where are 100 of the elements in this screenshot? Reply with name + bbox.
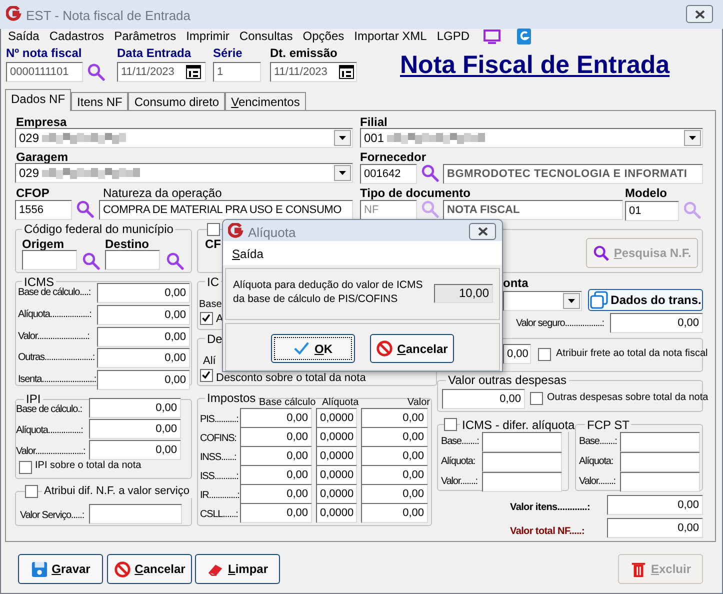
dropdown-field[interactable] bbox=[503, 291, 582, 311]
input-field[interactable]: 01 bbox=[625, 201, 679, 221]
input-field[interactable]: 0,0000 bbox=[316, 484, 357, 504]
input-field[interactable] bbox=[482, 432, 562, 452]
menu-item[interactable]: Importar XML bbox=[349, 28, 432, 45]
field-label: Valor seguro.................: bbox=[516, 317, 604, 331]
close-button[interactable] bbox=[686, 5, 713, 23]
field-label: Base.......: bbox=[441, 435, 479, 449]
save-button[interactable]: Gravar bbox=[18, 554, 103, 584]
dropdown-field[interactable]: 001 bbox=[360, 128, 703, 148]
input-field[interactable]: 1 bbox=[213, 62, 261, 82]
input-field[interactable]: 0,00 bbox=[89, 419, 181, 439]
tab[interactable]: Consumo direto bbox=[128, 92, 226, 111]
tab[interactable]: Itens NF bbox=[71, 92, 128, 111]
input-field[interactable]: 0,0000 bbox=[316, 446, 357, 466]
input-field[interactable]: 0,00 bbox=[503, 344, 531, 364]
input-field[interactable] bbox=[620, 432, 700, 452]
input-field[interactable]: 0000111101 bbox=[6, 62, 83, 82]
name-field[interactable]: BGMRODOTEC TECNOLOGIA E INFORMATI bbox=[443, 164, 703, 184]
menu-item[interactable]: Parâmetros bbox=[109, 28, 182, 45]
dropdown-button[interactable] bbox=[563, 293, 580, 309]
input-field[interactable]: 0,00 bbox=[97, 348, 190, 368]
checkbox[interactable] bbox=[207, 223, 220, 236]
group-title: ICMS - difer. alíquota bbox=[460, 418, 577, 432]
name-field[interactable]: NOTA FISCAL bbox=[443, 200, 623, 220]
input-field[interactable]: 0,00 bbox=[89, 440, 181, 460]
input-field[interactable]: 0,00 bbox=[240, 408, 312, 428]
cancel-button[interactable]: Cancelar bbox=[370, 334, 454, 363]
input-field[interactable]: 0,00 bbox=[97, 370, 190, 390]
input-field[interactable]: 0,00 bbox=[361, 446, 428, 466]
menu-item[interactable]: Imprimir bbox=[181, 28, 234, 45]
caret-icon bbox=[339, 171, 346, 175]
input-field[interactable]: 0,00 bbox=[240, 484, 312, 504]
input-field[interactable]: 0,00 bbox=[361, 465, 428, 485]
no-sign-icon bbox=[376, 340, 394, 357]
input-field[interactable]: 1556 bbox=[15, 200, 72, 220]
search-icon[interactable] bbox=[76, 200, 94, 218]
menu-item[interactable]: Cadastros bbox=[44, 28, 110, 45]
close-button[interactable] bbox=[469, 223, 496, 240]
input-field[interactable] bbox=[620, 472, 700, 492]
input-field[interactable]: 0,00 bbox=[610, 313, 703, 333]
input-field[interactable] bbox=[105, 250, 160, 270]
input-field[interactable] bbox=[89, 504, 182, 524]
checkbox[interactable] bbox=[530, 392, 543, 405]
checkbox[interactable] bbox=[19, 461, 32, 474]
dropdown-button[interactable] bbox=[684, 130, 701, 146]
checkbox[interactable] bbox=[200, 369, 213, 382]
search-icon[interactable] bbox=[421, 164, 439, 182]
input-field[interactable]: 0,00 bbox=[240, 503, 312, 523]
search-icon[interactable] bbox=[166, 252, 184, 270]
field-label: CF bbox=[205, 237, 221, 251]
input-field[interactable]: 0,00 bbox=[361, 484, 428, 504]
input-field[interactable]: 0,00 bbox=[97, 305, 190, 325]
input-field[interactable]: 001642 bbox=[360, 164, 417, 184]
input-field[interactable]: 0,00 bbox=[240, 465, 312, 485]
value-field[interactable]: 10,00 bbox=[434, 284, 493, 303]
input-field[interactable]: 0,00 bbox=[97, 327, 190, 347]
checkbox[interactable] bbox=[538, 348, 551, 361]
input-field[interactable]: 0,00 bbox=[361, 427, 428, 447]
cancel-button[interactable]: Cancelar bbox=[107, 554, 192, 584]
input-field[interactable]: 0,00 bbox=[240, 427, 312, 447]
checkbox-label: Atribuir frete ao total da nota fiscal bbox=[556, 347, 708, 361]
ok-button[interactable]: OK bbox=[271, 334, 355, 363]
checkbox[interactable] bbox=[25, 485, 38, 498]
input-field[interactable]: 0,00 bbox=[361, 503, 428, 523]
menu-item[interactable]: Opções bbox=[298, 28, 350, 45]
input-field[interactable]: 0,00 bbox=[607, 518, 703, 538]
input-field[interactable]: 0,00 bbox=[361, 408, 428, 428]
dropdown-button[interactable] bbox=[334, 130, 351, 146]
monitor-icon[interactable] bbox=[482, 28, 501, 44]
input-field[interactable]: 0,0000 bbox=[316, 427, 357, 447]
menu-item[interactable]: Saída bbox=[232, 245, 264, 263]
menu-item[interactable]: Consultas bbox=[234, 28, 298, 45]
input-field[interactable]: 0,00 bbox=[442, 389, 525, 409]
dropdown-button[interactable] bbox=[334, 165, 351, 181]
input-field[interactable] bbox=[482, 472, 562, 492]
tab[interactable]: Dados NF bbox=[5, 89, 72, 111]
input-field[interactable]: 0,00 bbox=[97, 283, 190, 303]
input-field[interactable] bbox=[22, 250, 77, 270]
tab[interactable]: Vencimentos bbox=[225, 92, 306, 111]
input-field[interactable]: 0,00 bbox=[240, 446, 312, 466]
clear-button[interactable]: Limpar bbox=[195, 554, 280, 584]
search-icon[interactable] bbox=[87, 63, 105, 81]
input-field[interactable] bbox=[482, 452, 562, 472]
checkbox[interactable] bbox=[200, 312, 213, 325]
input-field[interactable] bbox=[620, 452, 700, 472]
field-label: onta bbox=[503, 276, 528, 290]
menu-item[interactable]: Saída bbox=[3, 28, 44, 45]
checkbox[interactable] bbox=[444, 418, 457, 431]
input-field[interactable]: 0,00 bbox=[607, 495, 703, 515]
search-icon[interactable] bbox=[82, 252, 100, 270]
input-field[interactable]: COMPRA DE MATERIAL PRA USO E CONSUMO bbox=[99, 200, 353, 220]
input-field[interactable]: 0,0000 bbox=[316, 408, 357, 428]
input-field[interactable]: 0,0000 bbox=[316, 465, 357, 485]
dropdown-field[interactable]: 029 bbox=[15, 128, 353, 148]
dropdown-field[interactable]: 029 bbox=[15, 163, 353, 183]
input-field[interactable]: 0,0000 bbox=[316, 503, 357, 523]
input-field[interactable]: 0,00 bbox=[89, 398, 181, 418]
transport-data-button[interactable]: Dados do trans. bbox=[588, 289, 703, 311]
menu-item[interactable]: LGPD bbox=[432, 28, 475, 45]
